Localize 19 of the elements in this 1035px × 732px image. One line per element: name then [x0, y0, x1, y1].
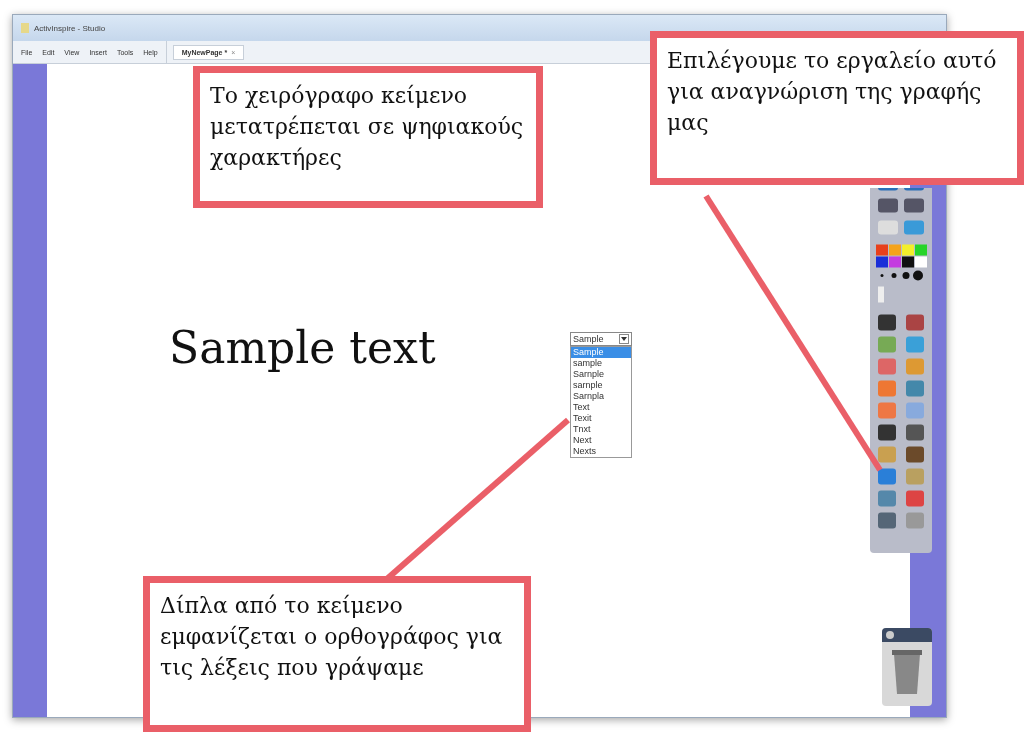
- callout-text: Δίπλα από το κείμενο εμφανίζεται ο ορθογράφος για τις λέξεις που γράψαμε: [160, 592, 504, 682]
- app-icon: [21, 23, 29, 33]
- suggestion-item[interactable]: Sarnpla: [571, 391, 631, 402]
- window-title: ActivInspire - Studio: [34, 23, 106, 33]
- suggestion-dropdown[interactable]: Sample: [570, 332, 632, 346]
- recognized-text: Sample text: [169, 322, 436, 373]
- suggestion-item[interactable]: Texit: [571, 413, 631, 424]
- suggestion-item[interactable]: Text: [571, 402, 631, 413]
- suggestion-item[interactable]: Tnxt: [571, 424, 631, 435]
- trash-bin-icon[interactable]: [882, 628, 932, 706]
- suggestion-item[interactable]: sarnple: [571, 380, 631, 391]
- suggestion-item[interactable]: Sarnple: [571, 369, 631, 380]
- suggestion-item[interactable]: Nexts: [571, 446, 631, 457]
- caret-icon[interactable]: [619, 334, 629, 344]
- toolbox-drawing[interactable]: [870, 188, 932, 553]
- callout-text: Το χειρόγραφο κείμενο μετατρέπεται σε ψηφιακούς χαρακτήρες: [210, 82, 525, 172]
- suggestion-item[interactable]: sample: [571, 358, 631, 369]
- callout-text: Επιλέγουμε το εργαλείο αυτό για αναγνώριση της γραφής μας: [667, 47, 998, 137]
- suggestion-item[interactable]: Next: [571, 435, 631, 446]
